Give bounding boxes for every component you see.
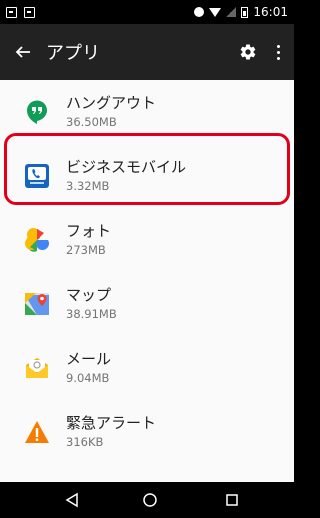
emergency-alert-icon [25, 421, 49, 443]
list-item-text: フォト 273MB [66, 208, 111, 272]
app-name: マップ [66, 286, 112, 304]
app-name: メール [66, 350, 112, 368]
business-mobile-icon [25, 164, 49, 188]
app-size: 316KB [66, 435, 104, 449]
notification-image-icon [6, 6, 17, 18]
more-options-button[interactable] [262, 24, 294, 80]
wifi-icon [209, 7, 222, 17]
app-name: ビジネスモバイル [66, 158, 187, 176]
signal-icon [226, 7, 237, 17]
nav-back-icon [65, 492, 78, 508]
nav-back-button[interactable] [62, 490, 82, 510]
photos-icon [24, 227, 50, 252]
navigation-bar [0, 482, 294, 518]
arrow-back-icon [15, 46, 30, 58]
list-item-hangouts[interactable]: ハングアウト 36.50MB [0, 80, 294, 144]
list-item-text: マップ 38.91MB [66, 272, 117, 336]
list-item-text: 緊急アラート 316KB [66, 400, 156, 464]
maps-icon [25, 293, 49, 315]
status-left-icons [6, 6, 35, 18]
phone-screen: 16:01 アプリ ハングアウト 36.50MB ビジネスモバイル 3.32MB… [0, 0, 294, 518]
status-bar: 16:01 [0, 0, 294, 24]
list-item-text: メール 9.04MB [66, 336, 111, 400]
list-item-clock[interactable]: 時計 [0, 464, 294, 482]
nav-home-icon [143, 493, 157, 507]
app-name: ハングアウト [66, 94, 157, 112]
app-name: フォト [66, 222, 112, 240]
nav-home-button[interactable] [140, 490, 160, 510]
list-item-business-mobile[interactable]: ビジネスモバイル 3.32MB [0, 144, 294, 208]
app-size: 273MB [66, 243, 106, 257]
app-bar: アプリ [0, 24, 294, 80]
list-item-photos[interactable]: フォト 273MB [0, 208, 294, 272]
app-size: 9.04MB [66, 371, 110, 385]
settings-button[interactable] [234, 24, 262, 80]
notification-app-icon [24, 6, 35, 18]
hangouts-icon [27, 100, 47, 124]
list-item-text: ハングアウト 36.50MB [66, 80, 156, 144]
list-item-text: 時計 [66, 464, 96, 482]
app-name: 緊急アラート [66, 414, 157, 432]
battery-icon [241, 6, 249, 18]
gear-icon [240, 44, 256, 60]
back-button[interactable] [0, 24, 46, 80]
list-item-text: ビジネスモバイル 3.32MB [66, 144, 186, 208]
app-list: ハングアウト 36.50MB ビジネスモバイル 3.32MB フォト 273MB… [0, 80, 294, 482]
nav-recents-icon [226, 494, 238, 506]
page-title: アプリ [46, 43, 100, 64]
email-icon [26, 358, 48, 378]
more-vert-icon [276, 44, 280, 60]
app-size: 3.32MB [66, 179, 110, 193]
status-right-icons: 16:01 [194, 5, 288, 19]
list-item-email[interactable]: メール 9.04MB [0, 336, 294, 400]
list-item-emergency-alert[interactable]: 緊急アラート 316KB [0, 400, 294, 464]
app-size: 38.91MB [66, 307, 117, 321]
app-size: 36.50MB [66, 115, 117, 129]
status-time: 16:01 [253, 5, 288, 19]
do-not-disturb-icon [194, 7, 205, 17]
list-item-maps[interactable]: マップ 38.91MB [0, 272, 294, 336]
nav-recents-button[interactable] [222, 490, 242, 510]
